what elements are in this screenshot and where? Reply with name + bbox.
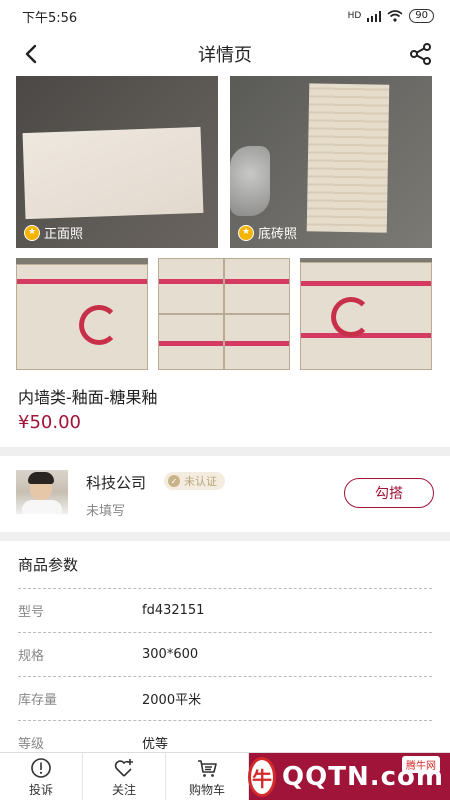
watermark-logo: 牛 xyxy=(248,757,277,797)
back-photo[interactable]: ★ 底砖照 xyxy=(230,76,432,248)
follow-button[interactable]: 关注 xyxy=(83,753,166,800)
seller-name[interactable]: 科技公司 xyxy=(86,472,146,493)
section-divider xyxy=(0,447,450,456)
cart-label: 购物车 xyxy=(188,782,225,797)
carton-stripe xyxy=(159,341,223,346)
param-value: 2000平米 xyxy=(142,693,202,708)
avatar[interactable] xyxy=(16,470,68,514)
carton-stripe xyxy=(17,279,147,284)
param-key: 等级 xyxy=(18,737,45,752)
section-divider xyxy=(0,532,450,541)
status-bar: 下午5:56 HD 90 xyxy=(0,0,450,32)
seller-subtitle: 未填写 xyxy=(86,504,126,519)
page-title: 详情页 xyxy=(198,45,252,66)
share-button[interactable] xyxy=(408,41,434,67)
alert-icon xyxy=(31,757,51,778)
signal-icon xyxy=(367,10,382,22)
cart-icon xyxy=(198,759,217,777)
param-row: 规格 300*600 xyxy=(18,633,432,677)
stock-photo-1[interactable] xyxy=(16,258,148,370)
stock-photo-3[interactable] xyxy=(300,258,432,370)
back-button[interactable] xyxy=(18,41,44,67)
carton-image xyxy=(158,258,224,314)
param-value: 优等 xyxy=(142,737,169,752)
status-time: 下午5:56 xyxy=(22,10,78,26)
cart-button[interactable]: 购物车 xyxy=(166,753,249,800)
param-key: 库存量 xyxy=(18,693,58,708)
tile-image xyxy=(306,83,390,233)
params-title: 商品参数 xyxy=(18,541,432,589)
param-row: 库存量 2000平米 xyxy=(18,677,432,721)
param-key: 规格 xyxy=(18,649,45,664)
tile-image xyxy=(22,126,204,220)
qqtn-watermark: 牛 QQTN.com 腾牛网 xyxy=(248,756,444,798)
carton-stripe xyxy=(301,281,431,286)
watermark-badge: 腾牛网 xyxy=(402,756,440,773)
follow-label: 关注 xyxy=(111,782,136,797)
product-params: 商品参数 型号 fd432151 规格 300*600 库存量 2000平米 等… xyxy=(0,541,450,752)
back-photo-tag: ★ 底砖照 xyxy=(238,223,297,242)
carton-image xyxy=(224,258,290,314)
carton-image xyxy=(300,262,432,370)
param-row: 等级 优等 xyxy=(18,721,432,752)
product-price: ¥50.00 xyxy=(18,412,81,433)
avatar-hair xyxy=(28,472,54,484)
front-photo-tag: ★ 正面照 xyxy=(24,223,83,242)
star-icon: ★ xyxy=(238,224,254,241)
param-value: fd432151 xyxy=(142,603,205,618)
param-row: 型号 fd432151 xyxy=(18,589,432,633)
plastic-bag-image xyxy=(230,146,270,216)
network-type-icon: HD xyxy=(347,11,362,21)
verify-status-badge: ✓ 未认证 xyxy=(164,472,225,490)
heart-plus-icon xyxy=(114,758,133,777)
back-photo-label: 底砖照 xyxy=(258,227,298,242)
param-key: 型号 xyxy=(18,605,45,620)
carton-image xyxy=(224,314,290,370)
front-photo[interactable]: ★ 正面照 xyxy=(16,76,218,248)
avatar-shirt xyxy=(22,500,62,514)
complain-label: 投诉 xyxy=(28,782,53,797)
wifi-icon xyxy=(387,10,403,22)
status-icons: HD 90 xyxy=(348,9,434,23)
front-photo-label: 正面照 xyxy=(44,227,84,242)
param-value: 300*600 xyxy=(142,647,199,662)
contact-button[interactable]: 勾搭 xyxy=(344,478,434,508)
battery-icon: 90 xyxy=(409,9,434,23)
share-icon xyxy=(410,43,431,65)
product-name: 内墙类-釉面-糖果釉 xyxy=(18,388,158,407)
verify-status-label: 未认证 xyxy=(184,475,217,488)
stock-photo-2[interactable] xyxy=(158,258,290,370)
detail-content[interactable]: ★ 正面照 ★ 底砖照 内墙类-釉面-糖果釉 ¥50.00 科技公司 ✓ 未认证… xyxy=(0,76,450,752)
chevron-left-icon xyxy=(25,44,37,64)
carton-image xyxy=(16,264,148,370)
carton-logo xyxy=(79,305,119,345)
carton-stripe xyxy=(301,333,431,338)
photo-gallery: ★ 正面照 ★ 底砖照 内墙类-釉面-糖果釉 ¥50.00 xyxy=(0,76,450,447)
seller-card: 科技公司 ✓ 未认证 未填写 勾搭 xyxy=(0,456,450,532)
carton-stripe xyxy=(225,341,289,346)
carton-stripe xyxy=(159,279,223,284)
complain-button[interactable]: 投诉 xyxy=(0,753,83,800)
carton-image xyxy=(158,314,224,370)
nav-bar: 详情页 xyxy=(0,32,450,76)
check-icon: ✓ xyxy=(168,475,180,487)
product-info: 内墙类-釉面-糖果釉 ¥50.00 xyxy=(0,370,450,447)
carton-logo xyxy=(331,297,371,337)
star-icon: ★ xyxy=(24,224,40,241)
carton-stripe xyxy=(225,279,289,284)
